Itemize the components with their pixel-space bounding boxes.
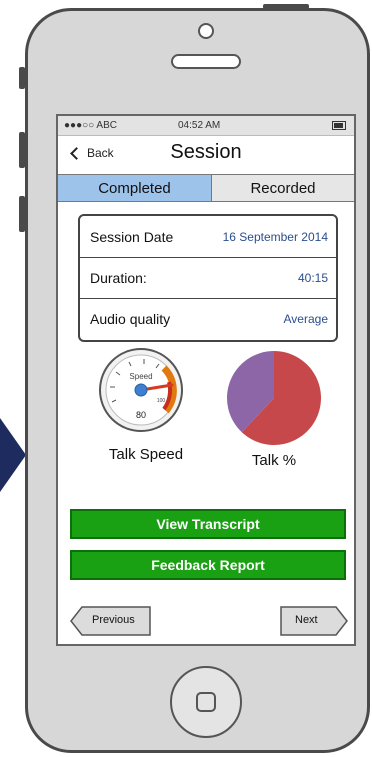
audio-quality-label: Audio quality — [90, 311, 171, 327]
gauge-title: Speed — [129, 372, 152, 381]
tab-completed[interactable]: Completed — [58, 175, 212, 201]
nav-arrow-icon — [0, 418, 26, 492]
home-button[interactable] — [170, 666, 242, 738]
battery-icon — [332, 121, 346, 130]
app-screen: ●●●○○ ABC 04:52 AM Back Session Complete… — [56, 114, 356, 646]
talk-percent-pie — [227, 351, 321, 445]
navigation-bar: Back Session — [58, 136, 354, 174]
duration-row: Duration: 40:15 — [80, 257, 336, 298]
gauge-reading: 80 — [136, 410, 146, 420]
next-label: Next — [295, 614, 318, 626]
mute-switch — [19, 67, 25, 89]
chevron-left-icon — [70, 146, 83, 160]
view-transcript-button[interactable]: View Transcript — [70, 509, 346, 539]
back-label: Back — [87, 146, 114, 160]
talk-percent-label: Talk % — [251, 452, 297, 469]
session-date-row: Session Date 16 September 2014 — [80, 216, 336, 257]
duration-label: Duration: — [90, 270, 147, 286]
tab-bar: Completed Recorded — [58, 174, 354, 202]
carrier-label: ●●●○○ ABC — [64, 120, 117, 131]
session-date-value: 16 September 2014 — [222, 229, 328, 244]
speaker-icon — [171, 54, 241, 69]
volume-down-button — [19, 196, 25, 232]
session-date-label: Session Date — [90, 228, 174, 245]
audio-quality-row: Audio quality Average — [80, 298, 336, 339]
back-button[interactable]: Back — [68, 146, 114, 160]
home-square-icon — [196, 692, 216, 712]
previous-button[interactable]: Previous — [70, 606, 152, 636]
speedometer-gauge: Speed 100 80 — [99, 348, 183, 432]
duration-value: 40:15 — [297, 271, 328, 285]
talk-speed-label: Talk Speed — [108, 446, 184, 463]
clock-time: 04:52 AM — [178, 120, 221, 131]
previous-label: Previous — [92, 614, 135, 626]
status-bar: ●●●○○ ABC 04:52 AM — [58, 116, 354, 136]
audio-quality-value: Average — [283, 312, 328, 326]
camera-icon — [198, 23, 214, 39]
gauge-scale-max: 100 — [157, 398, 166, 404]
tab-recorded[interactable]: Recorded — [212, 175, 354, 201]
power-button — [263, 4, 309, 9]
next-button[interactable]: Next — [280, 606, 348, 636]
session-info-card: Session Date 16 September 2014 Duration:… — [78, 214, 338, 342]
volume-up-button — [19, 132, 25, 168]
feedback-report-button[interactable]: Feedback Report — [70, 550, 346, 580]
